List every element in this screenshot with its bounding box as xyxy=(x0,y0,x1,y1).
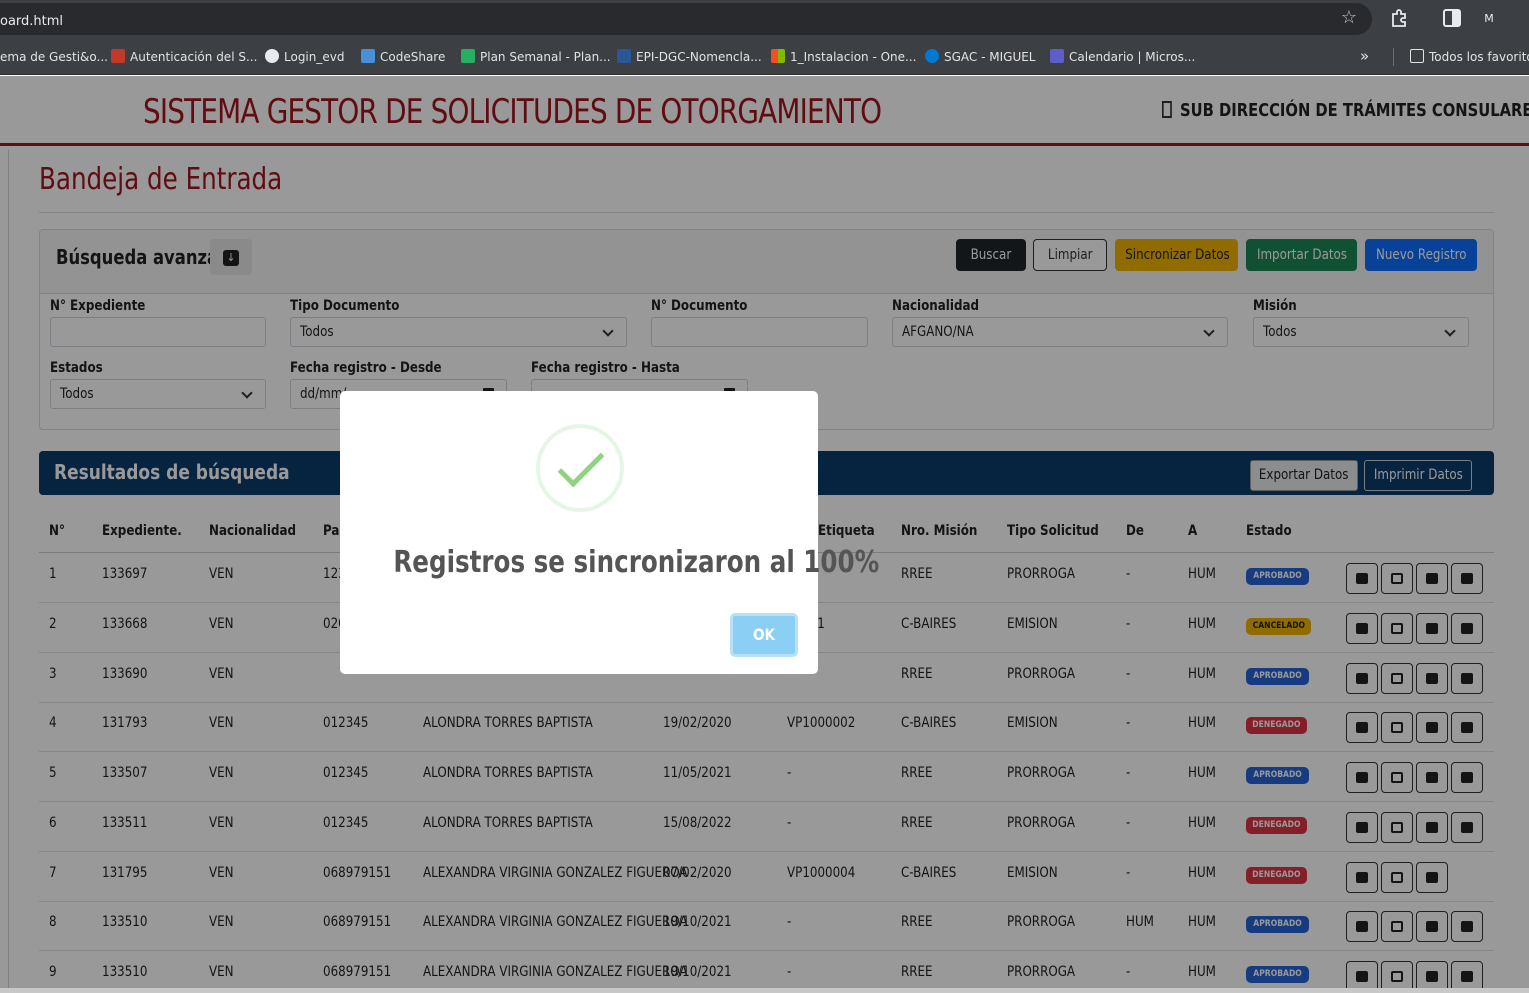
word-icon xyxy=(617,49,631,63)
horizontal-scrollbar[interactable] xyxy=(0,988,1529,993)
bookmark-favicon-icon xyxy=(111,49,125,63)
address-bar[interactable]: oard.html xyxy=(0,3,1372,35)
bookmark-favicon-icon xyxy=(361,49,375,63)
all-favorites[interactable]: Todos los favoritos xyxy=(1410,48,1529,66)
bookmark-item[interactable]: Plan Semanal - Plan... xyxy=(461,48,611,66)
teams-icon xyxy=(1050,49,1064,63)
check-icon xyxy=(557,440,605,488)
bookmark-star-icon[interactable]: ☆ xyxy=(1339,8,1359,28)
success-icon xyxy=(536,424,624,512)
bookmark-item[interactable]: Calendario | Micros... xyxy=(1050,48,1195,66)
bookmark-item[interactable]: Login_evd xyxy=(265,48,344,66)
extensions-icon[interactable] xyxy=(1389,8,1409,28)
browser-toolbar: oard.html ☆ M xyxy=(0,0,1529,38)
bookmarks-separator xyxy=(1393,48,1394,66)
folder-icon xyxy=(1410,49,1424,63)
bookmark-item[interactable]: SGAC - MIGUEL xyxy=(925,48,1036,66)
bookmark-item[interactable]: EPI-DGC-Nomencla... xyxy=(617,48,762,66)
globe-icon xyxy=(265,49,279,63)
dialog-message: Registros se sincronizaron al 100% xyxy=(393,545,880,580)
profile-avatar[interactable]: M xyxy=(1477,7,1501,31)
bookmark-item[interactable]: 1_Instalacion - One... xyxy=(771,48,917,66)
bookmarks-overflow-button[interactable]: » xyxy=(1360,47,1369,65)
address-text: oard.html xyxy=(0,14,64,29)
ok-button[interactable]: OK xyxy=(730,613,798,657)
microsoft-icon xyxy=(771,49,785,63)
bookmarks-bar: ema de Gesti&o... Autenticación del S...… xyxy=(0,38,1529,75)
success-dialog: Registros se sincronizaron al 100% OK xyxy=(340,391,880,674)
cloud-icon xyxy=(925,49,939,63)
bookmark-item[interactable]: CodeShare xyxy=(361,48,445,66)
bookmark-item[interactable]: ema de Gesti&o... xyxy=(0,48,108,66)
side-panel-icon[interactable] xyxy=(1443,9,1461,27)
bookmark-favicon-icon xyxy=(461,49,475,63)
bookmark-item[interactable]: Autenticación del S... xyxy=(111,48,257,66)
